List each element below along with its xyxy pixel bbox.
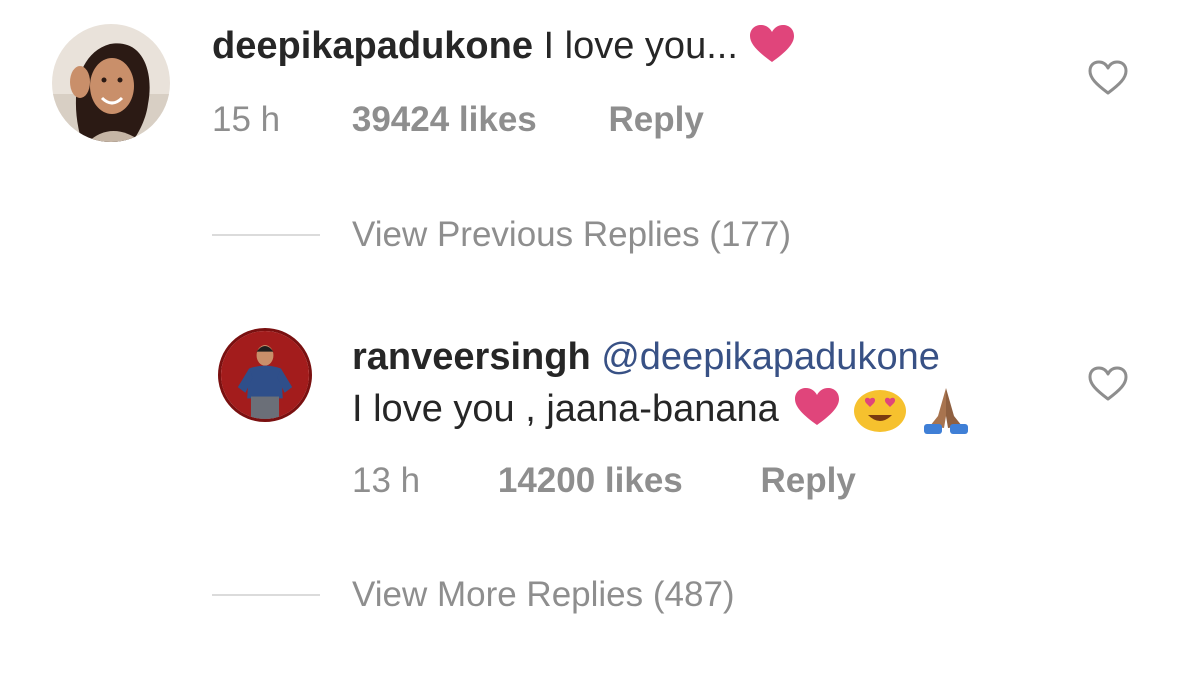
view-previous-replies[interactable]: View Previous Replies (177): [212, 215, 791, 255]
comment-body: deepikapadukone I love you...: [212, 23, 796, 69]
thread-divider: [212, 233, 320, 236]
reply-likes[interactable]: 14200 likes: [498, 461, 683, 501]
thread-divider: [212, 593, 320, 596]
avatar-ranveersingh[interactable]: [218, 328, 312, 422]
view-previous-replies-label: View Previous Replies (177): [352, 215, 792, 254]
avatar-photo: [221, 331, 309, 419]
folded-hands-emoji: [918, 386, 974, 436]
reply-text: I love you , jaana-banana: [352, 388, 779, 431]
heart-eyes-emoji: [852, 385, 908, 433]
comment-meta: 15 h 39424 likes Reply: [212, 100, 704, 140]
comment-text: I love you...: [543, 25, 738, 67]
comment-reply-button[interactable]: Reply: [609, 100, 704, 140]
heart-emoji: [748, 24, 796, 64]
heart-emoji: [793, 387, 841, 427]
view-more-replies[interactable]: View More Replies (487): [212, 575, 735, 615]
reply-mention[interactable]: @deepikapadukone: [601, 336, 940, 378]
reply-meta: 13 h 14200 likes Reply: [352, 461, 856, 501]
reply-body: ranveersingh @deepikapadukone: [352, 334, 940, 380]
comment-time: 15 h: [212, 100, 281, 139]
view-more-replies-label: View More Replies (487): [352, 575, 735, 614]
reply-time: 13 h: [352, 461, 421, 500]
heart-outline-icon[interactable]: [1087, 364, 1129, 404]
reply-username[interactable]: ranveersingh: [352, 336, 591, 378]
avatar-photo: [52, 24, 170, 142]
comment-username[interactable]: deepikapadukone: [212, 25, 533, 67]
heart-outline-icon[interactable]: [1087, 58, 1129, 98]
comment-likes[interactable]: 39424 likes: [352, 100, 537, 140]
avatar-deepikapadukone[interactable]: [52, 24, 170, 142]
reply-text-line: I love you , jaana-banana: [352, 386, 974, 436]
reply-reply-button[interactable]: Reply: [761, 461, 856, 501]
